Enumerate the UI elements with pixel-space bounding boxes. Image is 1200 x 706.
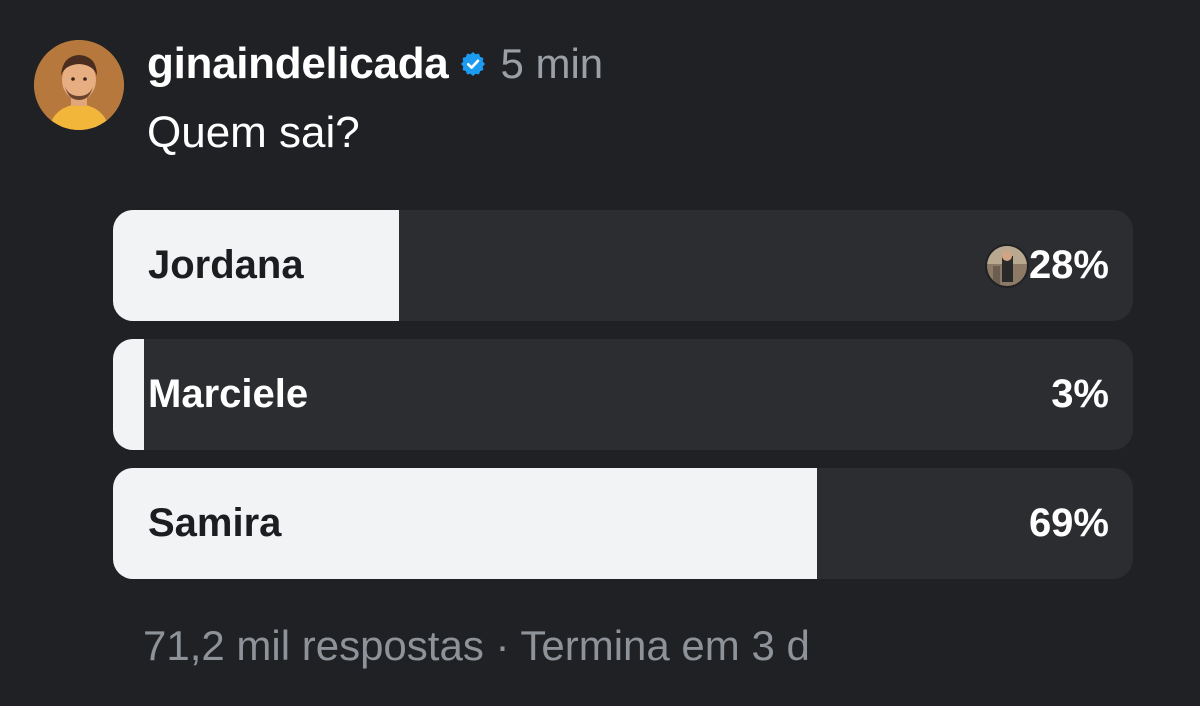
voter-avatar	[984, 243, 1029, 288]
poll-question: Quem sai?	[147, 108, 360, 157]
post-header: ginaindelicada 5 min	[147, 36, 603, 92]
poll-option-samira[interactable]: Samira 69%	[113, 468, 1133, 579]
poll-result: 69%	[1029, 468, 1109, 579]
poll-option-percent: 69%	[1028, 501, 1109, 545]
poll-option-label: Marciele	[148, 372, 309, 416]
poll: Jordana 28% Marciele 3% Samira 69%	[113, 210, 1133, 597]
avatar[interactable]	[34, 40, 124, 130]
poll-option-label: Jordana	[148, 243, 304, 287]
avatar-image	[34, 40, 124, 130]
poll-bar-fill	[113, 339, 144, 450]
username[interactable]: ginaindelicada	[147, 39, 449, 89]
poll-result: 3%	[1051, 339, 1109, 450]
poll-option-label: Samira	[148, 501, 282, 545]
verified-badge-icon	[460, 51, 486, 77]
poll-option-jordana[interactable]: Jordana 28%	[113, 210, 1133, 321]
post-time[interactable]: 5 min	[500, 40, 603, 88]
poll-result: 28%	[984, 210, 1109, 321]
poll-option-marciele[interactable]: Marciele 3%	[113, 339, 1133, 450]
poll-option-percent: 3%	[1051, 372, 1109, 416]
poll-option-percent: 28%	[1028, 243, 1109, 287]
poll-footer: 71,2 mil respostas · Termina em 3 d	[143, 622, 810, 669]
